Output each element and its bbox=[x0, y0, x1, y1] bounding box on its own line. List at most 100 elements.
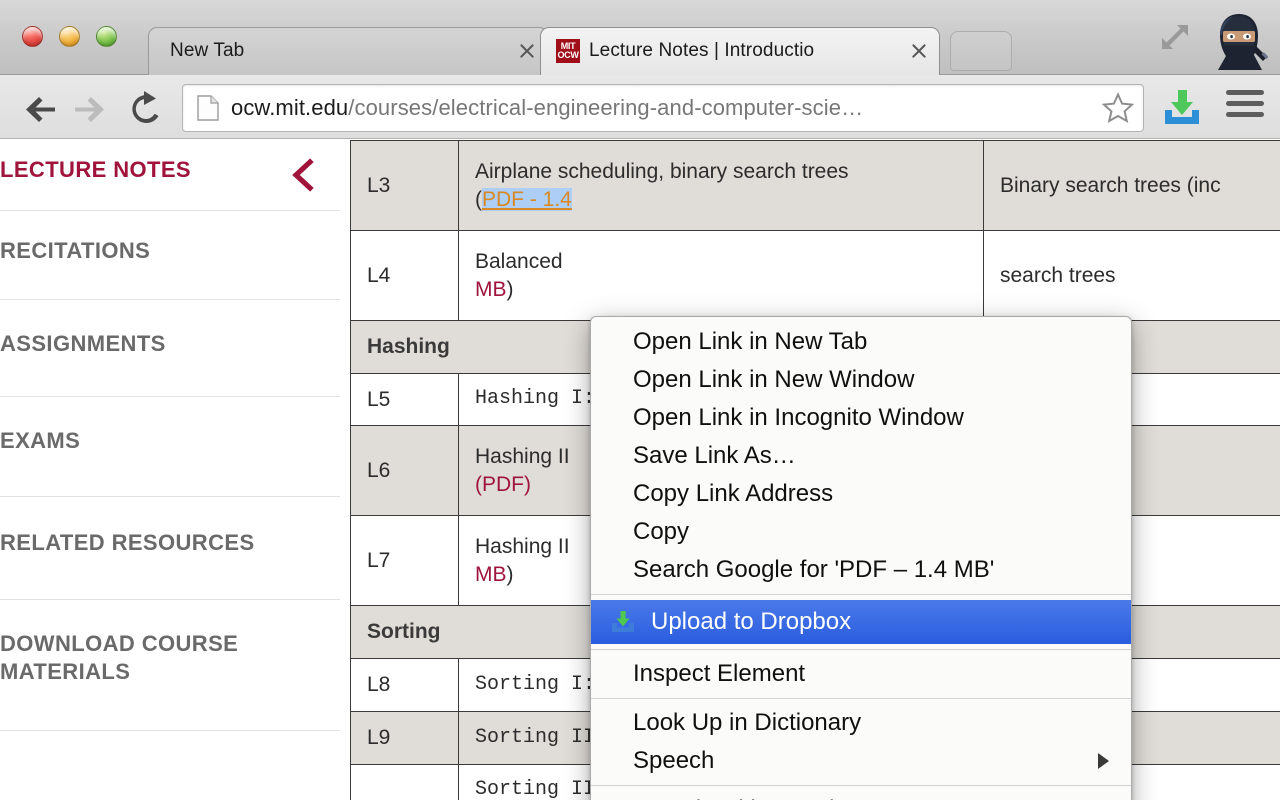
menu-item-label: Copy Link Address bbox=[633, 480, 834, 507]
context-menu: Open Link in New Tab Open Link in New Wi… bbox=[590, 316, 1132, 800]
dropbox-upload-icon bbox=[609, 608, 637, 636]
reload-button[interactable] bbox=[126, 88, 166, 128]
menu-item-upload-to-dropbox[interactable]: Upload to Dropbox bbox=[591, 600, 1131, 644]
page-viewport: LECTURE NOTES RECITATIONS ASSIGNMENTS EX… bbox=[0, 140, 1280, 800]
tab-new-tab[interactable]: New Tab bbox=[148, 27, 548, 75]
url-host: ocw.mit.edu bbox=[231, 95, 349, 120]
menu-item-label: Open Link in New Window bbox=[633, 366, 915, 393]
course-navigation-sidebar: LECTURE NOTES RECITATIONS ASSIGNMENTS EX… bbox=[0, 140, 340, 800]
paren-close: ) bbox=[506, 277, 514, 301]
session-cell: L6 bbox=[350, 425, 459, 517]
sidebar-item-label: RECITATIONS bbox=[0, 238, 151, 264]
menu-item-copy-link-address[interactable]: Copy Link Address bbox=[591, 475, 1131, 513]
notes-cell[interactable]: search trees bbox=[983, 230, 1280, 321]
sidebar-item-recitations[interactable]: RECITATIONS bbox=[0, 211, 340, 301]
sidebar-item-label: EXAMS bbox=[0, 428, 81, 454]
title-bar: New Tab MIT OCW Lecture Notes | Introduc… bbox=[0, 0, 1280, 75]
menu-item-open-link-new-tab[interactable]: Open Link in New Tab bbox=[591, 323, 1131, 361]
session-cell bbox=[350, 763, 459, 800]
close-window-button[interactable] bbox=[22, 26, 43, 47]
menu-separator bbox=[591, 785, 1131, 786]
menu-bar-3 bbox=[1226, 112, 1264, 117]
menu-item-search-with-google[interactable]: Search With Google bbox=[591, 791, 1131, 800]
menu-item-open-link-new-window[interactable]: Open Link in New Window bbox=[591, 361, 1131, 399]
menu-item-label: Inspect Element bbox=[633, 660, 806, 687]
ninja-avatar-icon[interactable] bbox=[1206, 8, 1272, 74]
back-button[interactable] bbox=[20, 88, 60, 128]
zoom-window-button[interactable] bbox=[96, 26, 117, 47]
topic-cell: Balanced MB) bbox=[458, 230, 984, 321]
menu-item-inspect-element[interactable]: Inspect Element bbox=[591, 655, 1131, 693]
notes-cell[interactable]: Binary search trees (inc bbox=[983, 140, 1280, 231]
menu-item-label: Look Up in Dictionary bbox=[633, 709, 862, 736]
paren-open: ( bbox=[475, 187, 482, 211]
close-icon[interactable] bbox=[516, 40, 538, 62]
minimize-window-button[interactable] bbox=[59, 26, 80, 47]
table-row: L4 Balanced MB) search trees bbox=[350, 230, 1280, 321]
menu-item-speech[interactable]: Speech bbox=[591, 742, 1131, 780]
sidebar-item-label: LECTURE NOTES bbox=[0, 157, 191, 182]
pdf-label[interactable]: (PDF) bbox=[475, 473, 531, 496]
session-cell: L4 bbox=[350, 230, 459, 321]
hamburger-menu-icon[interactable] bbox=[1226, 90, 1264, 122]
sidebar-item-download-course-materials[interactable]: DOWNLOAD COURSE MATERIALS bbox=[0, 600, 340, 732]
menu-item-label: Search With Google bbox=[633, 796, 848, 800]
address-bar[interactable]: ocw.mit.edu/courses/electrical-engineeri… bbox=[182, 84, 1144, 132]
session-cell: L8 bbox=[350, 658, 459, 712]
menu-bar-2 bbox=[1226, 101, 1264, 106]
menu-item-label: Search Google for 'PDF – 1.4 MB' bbox=[633, 556, 995, 583]
tab-title: New Tab bbox=[170, 40, 245, 61]
session-cell: L7 bbox=[350, 515, 459, 607]
browser-window: New Tab MIT OCW Lecture Notes | Introduc… bbox=[0, 0, 1280, 800]
paren-close: ) bbox=[506, 562, 514, 586]
url-text: ocw.mit.edu/courses/electrical-engineeri… bbox=[231, 95, 1095, 121]
bookmark-star-icon[interactable] bbox=[1101, 91, 1135, 125]
menu-separator bbox=[591, 649, 1131, 650]
menu-separator bbox=[591, 698, 1131, 699]
topic-text: Balanced bbox=[475, 249, 563, 273]
fullscreen-arrows-icon[interactable] bbox=[1157, 19, 1193, 55]
tab-title: Lecture Notes | Introductio bbox=[589, 40, 815, 61]
topic-text: Hashing II bbox=[475, 535, 570, 559]
window-controls bbox=[22, 26, 117, 47]
sidebar-item-lecture-notes[interactable]: LECTURE NOTES bbox=[0, 140, 340, 212]
session-cell: L9 bbox=[350, 710, 459, 765]
close-icon[interactable] bbox=[908, 40, 930, 62]
file-size-label[interactable]: MB bbox=[475, 278, 507, 301]
menu-item-label: Open Link in New Tab bbox=[633, 328, 868, 355]
chevron-left-icon[interactable] bbox=[288, 158, 318, 192]
menu-item-open-link-incognito[interactable]: Open Link in Incognito Window bbox=[591, 399, 1131, 437]
sidebar-item-label: ASSIGNMENTS bbox=[0, 331, 166, 357]
menu-item-copy[interactable]: Copy bbox=[591, 513, 1131, 551]
menu-bar-1 bbox=[1226, 90, 1264, 95]
menu-item-label: Save Link As… bbox=[633, 442, 796, 469]
sidebar-item-label: DOWNLOAD COURSE MATERIALS bbox=[0, 630, 239, 684]
menu-item-look-up-in-dictionary[interactable]: Look Up in Dictionary bbox=[591, 704, 1131, 742]
menu-separator bbox=[591, 594, 1131, 595]
sidebar-item-exams[interactable]: EXAMS bbox=[0, 397, 340, 497]
url-path: /courses/electrical-engineering-and-comp… bbox=[348, 95, 864, 120]
tab-lecture-notes[interactable]: MIT OCW Lecture Notes | Introductio bbox=[540, 27, 940, 75]
sidebar-item-label: RELATED RESOURCES bbox=[0, 529, 255, 555]
menu-item-label: Copy bbox=[633, 518, 690, 545]
page-document-icon bbox=[197, 95, 219, 121]
file-size-label[interactable]: MB bbox=[475, 563, 507, 586]
sidebar-item-assignments[interactable]: ASSIGNMENTS bbox=[0, 300, 340, 398]
session-cell: L5 bbox=[350, 372, 459, 427]
mit-ocw-favicon-icon: MIT OCW bbox=[556, 39, 580, 63]
session-cell: L3 bbox=[350, 140, 459, 231]
menu-item-search-google-for[interactable]: Search Google for 'PDF – 1.4 MB' bbox=[591, 551, 1131, 589]
triangle-right-icon bbox=[1098, 753, 1109, 769]
topic-cell: Airplane scheduling, binary search trees… bbox=[458, 140, 984, 231]
dropbox-download-icon[interactable] bbox=[1160, 86, 1204, 130]
sidebar-item-related-resources[interactable]: RELATED RESOURCES bbox=[0, 497, 340, 600]
topic-text: Airplane scheduling, binary search trees bbox=[475, 159, 849, 183]
pdf-link[interactable]: PDF - 1.4 bbox=[482, 187, 572, 211]
new-tab-button[interactable] bbox=[950, 31, 1012, 71]
table-row: L3 Airplane scheduling, binary search tr… bbox=[350, 140, 1280, 231]
forward-button[interactable] bbox=[70, 88, 110, 128]
menu-item-label: Open Link in Incognito Window bbox=[633, 404, 964, 431]
topic-text: Hashing II bbox=[475, 445, 570, 469]
menu-item-save-link-as[interactable]: Save Link As… bbox=[591, 437, 1131, 475]
favicon-line-2: OCW bbox=[557, 50, 579, 60]
